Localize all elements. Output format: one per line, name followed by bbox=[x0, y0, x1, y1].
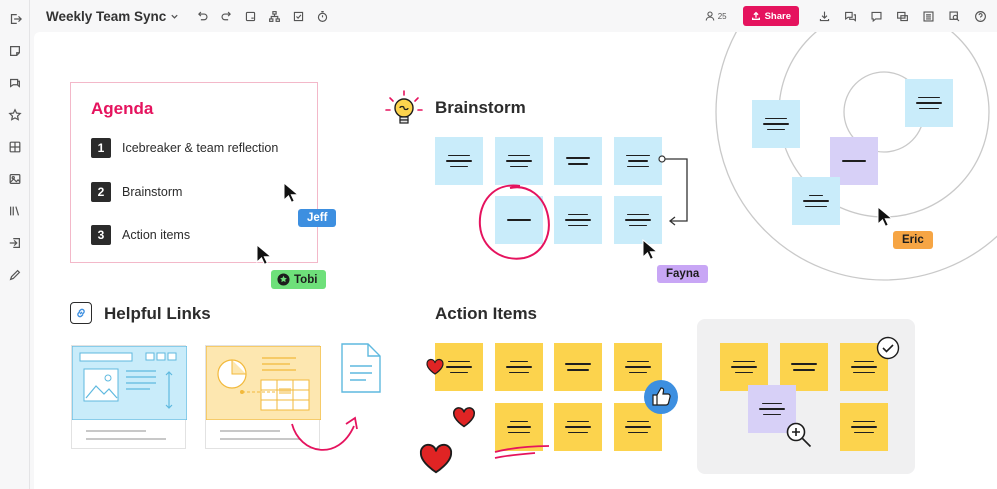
document-icon bbox=[341, 343, 381, 393]
collaborators[interactable]: 25 bbox=[704, 10, 727, 22]
board-canvas[interactable]: Agenda 1 Icebreaker & team reflection 2 … bbox=[34, 32, 997, 489]
cursor-arrow-icon bbox=[877, 206, 893, 227]
chat-icon[interactable] bbox=[841, 7, 859, 25]
exit-board-icon[interactable] bbox=[4, 8, 26, 30]
cursor-label-tobi: Tobi bbox=[271, 270, 327, 289]
sticky-note[interactable] bbox=[792, 177, 840, 225]
zoom-in-icon bbox=[786, 422, 812, 448]
agenda-item-label: Brainstorm bbox=[122, 185, 183, 199]
select-all-icon[interactable] bbox=[289, 7, 307, 25]
sticky-note[interactable] bbox=[752, 100, 800, 148]
pen-icon[interactable] bbox=[4, 264, 26, 286]
board-title-menu[interactable]: Weekly Team Sync bbox=[46, 9, 179, 24]
cursor-arrow-icon bbox=[642, 239, 658, 260]
card-text-line bbox=[86, 438, 166, 440]
sticky-note[interactable] bbox=[554, 403, 602, 451]
cursor-name: Tobi bbox=[294, 273, 318, 286]
star-icon[interactable] bbox=[4, 104, 26, 126]
helpful-links-title: Helpful Links bbox=[104, 304, 211, 323]
sticky-note[interactable] bbox=[554, 343, 602, 391]
agenda-title: Agenda bbox=[91, 99, 154, 118]
link-icon bbox=[70, 302, 92, 324]
agenda-item-number: 1 bbox=[91, 138, 111, 158]
agenda-item-label: Action items bbox=[122, 228, 191, 242]
right-toolbar: 25 Share bbox=[704, 0, 989, 32]
board-tools bbox=[193, 7, 331, 25]
sticky-note-icon[interactable] bbox=[4, 40, 26, 62]
share-button[interactable]: Share bbox=[742, 6, 799, 26]
cursor-arrow-icon bbox=[283, 182, 299, 203]
connector-line bbox=[658, 155, 688, 226]
download-icon[interactable] bbox=[815, 7, 833, 25]
sticky-note[interactable] bbox=[554, 196, 602, 244]
agenda-item[interactable]: 2 Brainstorm bbox=[91, 182, 182, 202]
app-window: Weekly Team Sync 25 Share Agenda 1 Icebr… bbox=[0, 0, 997, 489]
circle-doodle bbox=[478, 184, 550, 260]
card-text-line bbox=[86, 430, 146, 432]
agenda-frame[interactable]: Agenda 1 Icebreaker & team reflection 2 … bbox=[70, 82, 318, 263]
check-circle-icon bbox=[876, 336, 900, 360]
list-icon[interactable] bbox=[919, 7, 937, 25]
search-icon[interactable] bbox=[945, 7, 963, 25]
org-chart-icon[interactable] bbox=[265, 7, 283, 25]
curved-arrow bbox=[291, 416, 358, 451]
sticky-note[interactable] bbox=[780, 343, 828, 391]
user-icon bbox=[705, 11, 714, 21]
action-items-title: Action Items bbox=[435, 304, 538, 323]
underline-doodle bbox=[494, 445, 550, 459]
sticky-note[interactable] bbox=[435, 137, 483, 185]
thumbs-up-icon bbox=[644, 380, 678, 414]
sticky-note[interactable] bbox=[495, 137, 543, 185]
cursor-label-jeff: Jeff bbox=[298, 209, 337, 227]
star-badge-icon bbox=[277, 273, 290, 286]
lightbulb-icon bbox=[385, 90, 423, 124]
agenda-item[interactable]: 3 Action items bbox=[91, 225, 190, 245]
sticky-note[interactable] bbox=[905, 79, 953, 127]
sticky-note[interactable] bbox=[495, 343, 543, 391]
collaborator-count: 25 bbox=[717, 11, 727, 21]
cursor-label-eric: Eric bbox=[893, 231, 933, 249]
comment-icon[interactable] bbox=[867, 7, 885, 25]
share-label: Share bbox=[764, 10, 791, 22]
import-icon[interactable] bbox=[4, 232, 26, 254]
frame-icon[interactable] bbox=[4, 136, 26, 158]
cursor-label-fayna: Fayna bbox=[657, 265, 709, 283]
brainstorm-title: Brainstorm bbox=[435, 98, 526, 117]
top-toolbar: Weekly Team Sync 25 Share bbox=[30, 0, 997, 32]
agenda-item-number: 3 bbox=[91, 225, 111, 245]
board-title: Weekly Team Sync bbox=[46, 8, 167, 24]
card-text-line bbox=[220, 430, 280, 432]
sticky-note[interactable] bbox=[840, 403, 888, 451]
link-card[interactable] bbox=[71, 345, 187, 449]
agenda-item-number: 2 bbox=[91, 182, 111, 202]
chevron-down-icon bbox=[171, 14, 178, 19]
cursor-arrow-icon bbox=[256, 244, 272, 265]
agenda-item[interactable]: 1 Icebreaker & team reflection bbox=[91, 138, 278, 158]
timer-icon[interactable] bbox=[313, 7, 331, 25]
sticky-note[interactable] bbox=[720, 343, 768, 391]
image-icon[interactable] bbox=[4, 168, 26, 190]
heart-icon bbox=[426, 358, 444, 375]
undo-icon[interactable] bbox=[193, 7, 211, 25]
heart-icon bbox=[453, 407, 475, 428]
help-icon[interactable] bbox=[971, 7, 989, 25]
library-icon[interactable] bbox=[4, 200, 26, 222]
heart-icon bbox=[419, 443, 453, 474]
sticky-icon[interactable] bbox=[241, 7, 259, 25]
presentation-icon[interactable] bbox=[893, 7, 911, 25]
website-thumbnail bbox=[72, 346, 187, 420]
redo-icon[interactable] bbox=[217, 7, 235, 25]
left-sidebar bbox=[0, 0, 30, 489]
comment-icon[interactable] bbox=[4, 72, 26, 94]
agenda-item-label: Icebreaker & team reflection bbox=[122, 141, 279, 155]
upload-icon bbox=[751, 11, 760, 20]
sticky-note[interactable] bbox=[554, 137, 602, 185]
